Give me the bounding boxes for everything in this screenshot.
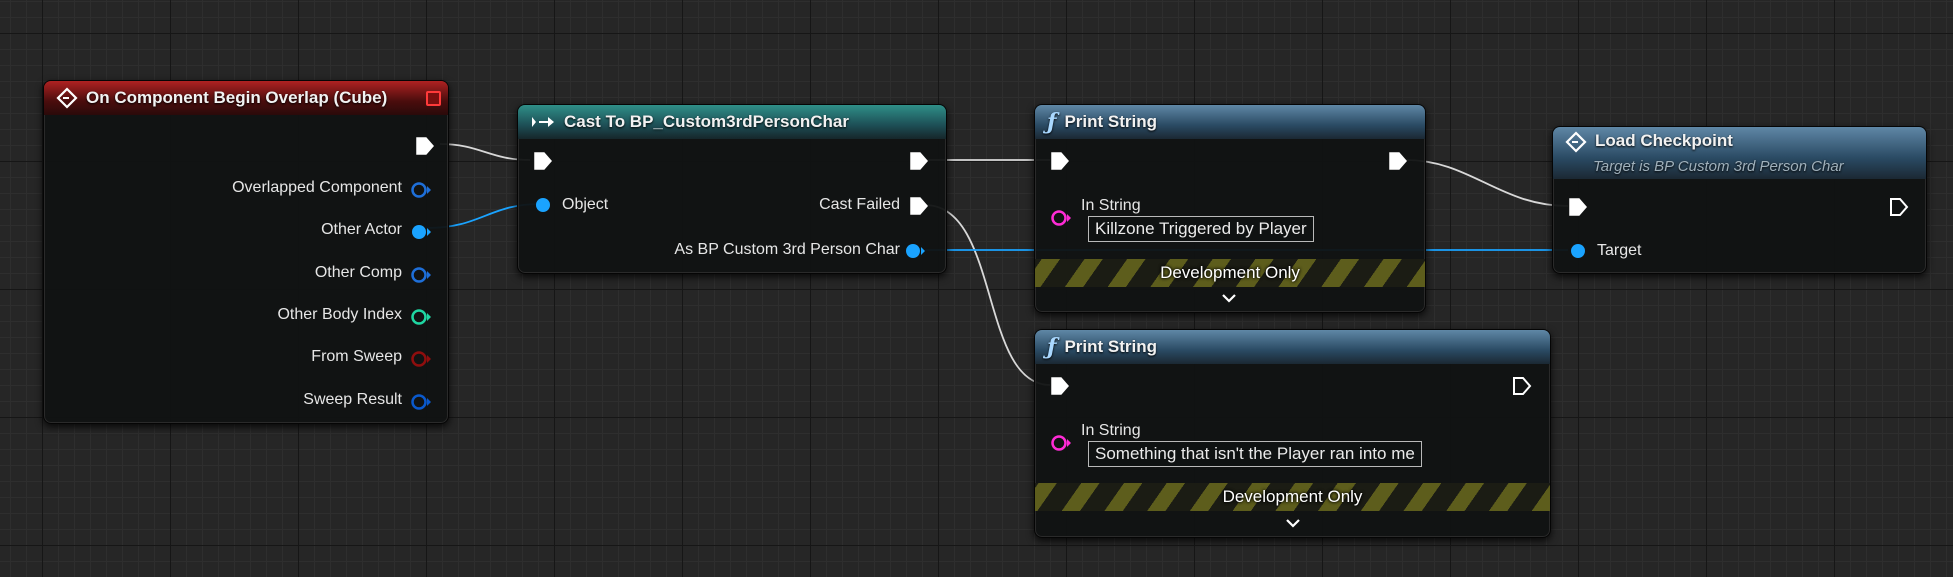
pin-label-object: Object [562,196,609,213]
in-string-input[interactable]: Something that isn't the Player ran into… [1088,441,1422,467]
pin-label-overlapped-component: Overlapped Component [232,179,402,196]
print-string-node-2[interactable]: ƒ Print String In String Something that … [1034,329,1551,538]
chevron-down-icon[interactable] [1221,291,1237,309]
pin-label-other-comp: Other Comp [314,264,402,281]
pin-label-as-bp: As BP Custom 3rd Person Char [674,241,900,258]
function-f-icon: ƒ [1047,109,1057,135]
from-sweep-pin[interactable] [409,349,433,374]
pin-label-from-sweep: From Sweep [311,348,402,365]
exec-wire [1405,159,1569,207]
exec-in-pin[interactable] [1049,375,1071,402]
overlapped-component-pin[interactable] [409,180,433,205]
as-bp-out-pin[interactable] [903,241,927,266]
development-only-label: Development Only [1160,263,1300,282]
exec-out-pin[interactable] [1387,150,1409,177]
in-string-label: In String [1081,422,1141,439]
cast-failed-exec-pin[interactable] [908,195,930,222]
node-title: Cast To BP_Custom3rdPersonChar [564,112,849,131]
event-diamond-icon [56,87,78,109]
other-comp-pin[interactable] [409,265,433,290]
function-f-icon: ƒ [1047,334,1057,360]
function-diamond-icon [1565,131,1587,153]
node-header[interactable]: On Component Begin Overlap (Cube) [44,81,448,115]
object-in-pin[interactable] [532,195,556,220]
chevron-down-icon[interactable] [1285,516,1301,534]
exec-out-pin[interactable] [1888,196,1910,223]
other-actor-pin[interactable] [409,222,433,247]
node-subtitle: Target is BP Custom 3rd Person Char [1593,158,1844,175]
pin-label-other-actor: Other Actor [321,221,402,238]
node-title: Print String [1064,112,1158,131]
node-title: On Component Begin Overlap (Cube) [86,88,388,107]
delegate-pin-icon[interactable] [426,91,441,106]
load-checkpoint-node[interactable]: Load Checkpoint Target is BP Custom 3rd … [1552,126,1927,274]
development-only-banner: Development Only [1035,483,1550,511]
cast-node[interactable]: Cast To BP_Custom3rdPersonChar Object Ca… [517,104,947,274]
print-string-node-1[interactable]: ƒ Print String In String Killzone Trigge… [1034,104,1426,313]
pin-label-sweep-result: Sweep Result [303,391,402,408]
pin-label-cast-failed: Cast Failed [819,196,900,213]
cast-arrows-icon [530,114,556,130]
exec-in-pin[interactable] [532,150,554,177]
other-body-index-pin[interactable] [409,307,433,332]
exec-out-pin[interactable] [1511,375,1533,402]
node-header[interactable]: Load Checkpoint Target is BP Custom 3rd … [1553,127,1926,179]
event-node-begin-overlap[interactable]: On Component Begin Overlap (Cube) Overla… [43,80,449,424]
exec-in-pin[interactable] [1567,196,1589,223]
development-only-label: Development Only [1222,487,1363,506]
in-string-input[interactable]: Killzone Triggered by Player [1088,216,1314,242]
exec-out-pin[interactable] [908,150,930,177]
target-in-pin[interactable] [1567,241,1591,266]
node-title: Print String [1064,337,1158,356]
exec-in-pin[interactable] [1049,150,1071,177]
pin-label-other-body-index: Other Body Index [277,306,402,323]
node-header[interactable]: Cast To BP_Custom3rdPersonChar [518,105,946,139]
string-in-pin[interactable] [1049,208,1073,233]
in-string-label: In String [1081,197,1141,214]
pin-label-target: Target [1597,242,1642,259]
string-in-pin[interactable] [1049,433,1073,458]
node-header[interactable]: ƒ Print String [1035,330,1550,364]
sweep-result-pin[interactable] [409,392,433,417]
development-only-banner: Development Only [1035,259,1425,287]
exec-out-pin[interactable] [414,135,436,162]
node-header[interactable]: ƒ Print String [1035,105,1425,139]
node-title: Load Checkpoint [1595,131,1733,150]
